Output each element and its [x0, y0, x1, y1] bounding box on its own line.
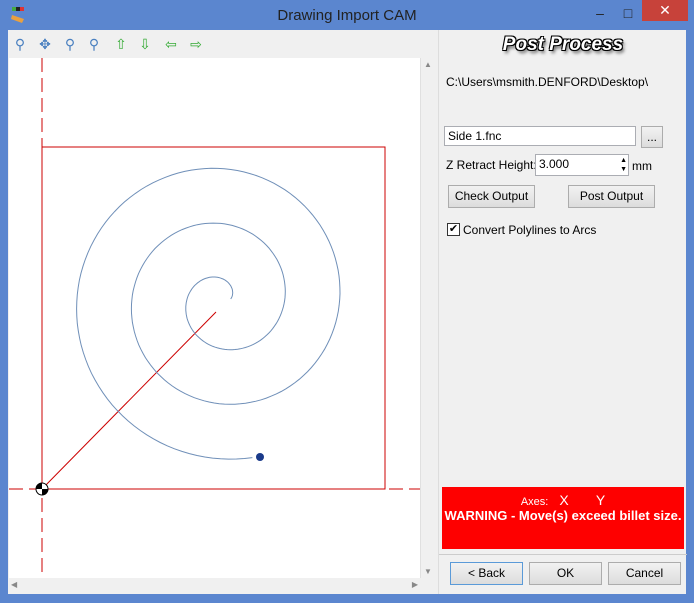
check-output-button[interactable]: Check Output: [448, 185, 535, 208]
tool-end-marker: [256, 453, 264, 461]
axis-x: X: [559, 492, 569, 508]
warning-text: WARNING - Move(s) exceed billet size.: [444, 508, 682, 523]
panel-heading: Post Process: [502, 34, 624, 55]
drawing-canvas[interactable]: [9, 58, 420, 578]
warning-box: Axes: X Y WARNING - Move(s) exceed bille…: [442, 487, 684, 549]
zoom-extents-icon[interactable]: ✥: [36, 35, 54, 53]
spinner-icon[interactable]: ▲ ▼: [620, 156, 627, 174]
spiral-toolpath: [76, 167, 341, 460]
origin-marker: [35, 482, 49, 496]
pan-right-icon[interactable]: ⇨: [187, 35, 205, 53]
client-area: ⚲ ✥ ⚲ ⚲ ⇧ ⇩ ⇦ ⇨ ▲ ▼ ◀ ▶ Post Process C:\Us…: [8, 30, 687, 594]
zoom-window-icon[interactable]: ⚲: [11, 35, 29, 53]
ok-button[interactable]: OK: [529, 562, 602, 585]
app-icon: [11, 7, 24, 23]
back-button[interactable]: < Back: [450, 562, 523, 585]
rapid-move-line: [41, 311, 217, 490]
pan-left-icon[interactable]: ⇦: [162, 35, 180, 53]
horizontal-scrollbar[interactable]: ◀ ▶: [9, 578, 420, 592]
axes-label: Axes:: [520, 496, 549, 508]
z-unit-label: mm: [632, 159, 652, 173]
filename-input[interactable]: Side 1.fnc: [444, 126, 636, 146]
z-retract-input[interactable]: 3.000 ▲ ▼: [535, 154, 629, 176]
convert-polylines-label: Convert Polylines to Arcs: [463, 223, 597, 237]
cancel-button[interactable]: Cancel: [608, 562, 681, 585]
zoom-out-icon[interactable]: ⚲: [85, 35, 103, 53]
zoom-in-icon[interactable]: ⚲: [61, 35, 79, 53]
pan-up-icon[interactable]: ⇧: [112, 35, 130, 53]
browse-button[interactable]: ...: [641, 126, 663, 148]
output-path: C:\Users\msmith.DENFORD\Desktop\: [446, 75, 649, 89]
vertical-scrollbar[interactable]: ▲ ▼: [420, 58, 434, 578]
axis-y: Y: [595, 492, 606, 508]
close-button[interactable]: ✕: [642, 0, 688, 21]
post-process-panel: Post Process C:\Users\msmith.DENFORD\Des…: [438, 30, 687, 594]
maximize-button[interactable]: □: [618, 3, 638, 23]
post-output-button[interactable]: Post Output: [568, 185, 655, 208]
z-retract-value: 3.000: [539, 157, 570, 171]
convert-polylines-checkbox[interactable]: ✔: [447, 223, 460, 236]
pan-down-icon[interactable]: ⇩: [136, 35, 154, 53]
toolbar: ⚲ ✥ ⚲ ⚲ ⇧ ⇩ ⇦ ⇨: [8, 30, 438, 57]
billet-outline: [41, 146, 386, 490]
z-retract-label: Z Retract Height:: [446, 158, 537, 172]
minimize-button[interactable]: –: [590, 3, 610, 23]
